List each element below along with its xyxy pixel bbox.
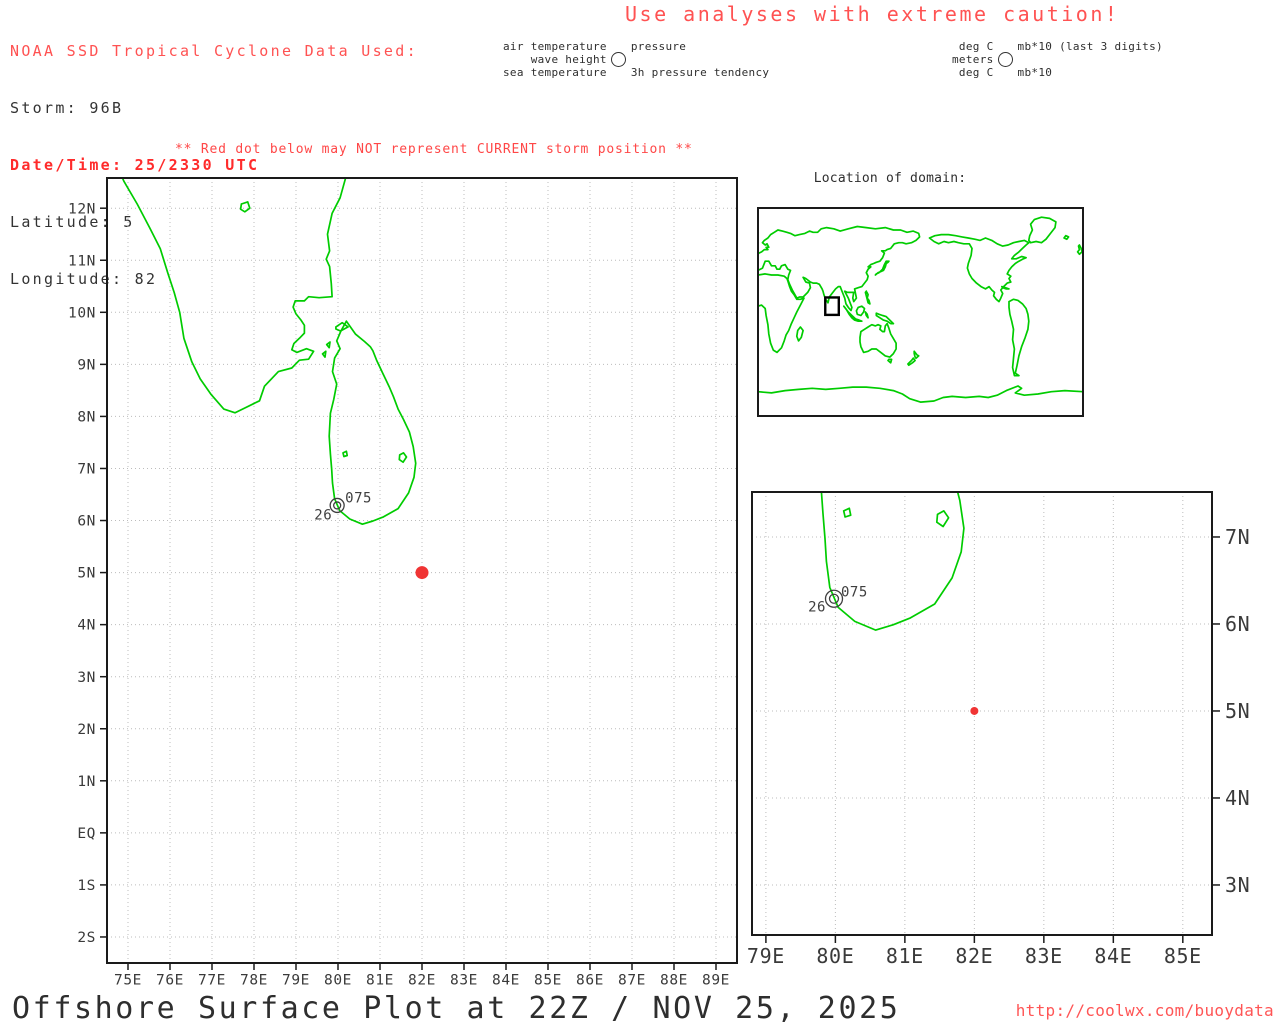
buoy-plot-page: NOAA SSD Tropical Cyclone Data Used: Sto…: [0, 0, 1280, 1024]
map-plot-svg: 75E 76E 77E 78E 79E 80E 81E 82E 83E 84E 85E 86E 87E 8…: [68, 177, 1250, 989]
station-sea-temp-value: 26: [314, 507, 332, 523]
x-axis-label: 80E: [816, 944, 854, 968]
y-axis-label: 4N: [77, 618, 96, 634]
x-axis-label: 89E: [702, 973, 730, 989]
y-axis-label: 4N: [1225, 786, 1250, 810]
y-axis-label: 8N: [77, 409, 96, 425]
station-pressure-value: 075: [841, 585, 868, 601]
storm-position-dot: [970, 706, 979, 715]
x-axis-label: 82E: [408, 973, 436, 989]
domain-rectangle: [824, 296, 840, 317]
world-coastlines: [758, 216, 1083, 403]
x-axis-label: 85E: [534, 973, 562, 989]
x-axis-label: 78E: [240, 973, 268, 989]
y-axis-label: 1S: [77, 878, 96, 894]
x-axis-label: 79E: [282, 973, 310, 989]
y-axis-label: 6N: [77, 514, 96, 530]
x-axis-label: 84E: [1094, 944, 1132, 968]
station-plot: 075 26: [808, 585, 868, 616]
y-axis-label: 12N: [68, 201, 96, 217]
y-axis-label: 2N: [77, 722, 96, 738]
y-axis-label: 9N: [77, 357, 96, 373]
y-axis-label: 7N: [77, 462, 96, 478]
x-axis-label: 77E: [198, 973, 226, 989]
y-axis-label: 3N: [77, 670, 96, 686]
y-axis-label: EQ: [77, 826, 96, 842]
zoom-map-frame: [751, 491, 1213, 936]
x-axis-label: 80E: [324, 973, 352, 989]
zoom-map-panel: 79E 80E 81E 82E 83E 84E 85E 7N 6N 5N 4N 3N 075 26: [747, 491, 1250, 968]
y-axis-label: 2S: [77, 930, 96, 946]
x-axis-label: 87E: [618, 973, 646, 989]
x-axis-label: 76E: [156, 973, 184, 989]
x-axis-label: 82E: [955, 944, 993, 968]
x-axis-label: 83E: [450, 973, 478, 989]
station-pressure-value: 075: [345, 490, 372, 506]
storm-position-dot: [415, 566, 429, 580]
source-url-link[interactable]: http://coolwx.com/buoydata: [1000, 1001, 1274, 1020]
x-axis-label: 83E: [1025, 944, 1063, 968]
y-axis-label: 5N: [77, 566, 96, 582]
x-axis-label: 81E: [886, 944, 924, 968]
y-axis-label: 10N: [68, 305, 96, 321]
station-sea-temp-value: 26: [808, 600, 826, 616]
x-axis-label: 85E: [1164, 944, 1202, 968]
y-axis-label: 7N: [1225, 525, 1250, 549]
x-axis-label: 84E: [492, 973, 520, 989]
zoom-coastlines: [820, 492, 965, 631]
x-axis-label: 81E: [366, 973, 394, 989]
y-axis-label: 3N: [1225, 873, 1250, 897]
world-map-panel: [757, 207, 1084, 417]
main-map-panel: 75E 76E 77E 78E 79E 80E 81E 82E 83E 84E 85E 86E 87E 8…: [68, 177, 738, 989]
plot-title: Offshore Surface Plot at 22Z / NOV 25, 2…: [12, 991, 901, 1024]
x-axis-label: 88E: [660, 973, 688, 989]
y-axis-label: 5N: [1225, 699, 1250, 723]
y-axis-label: 11N: [68, 253, 96, 269]
main-coastlines: [121, 178, 417, 526]
station-plot: 075 26: [314, 490, 372, 523]
x-axis-label: 79E: [747, 944, 785, 968]
y-axis-label: 1N: [77, 774, 96, 790]
x-axis-label: 75E: [114, 973, 142, 989]
x-axis-label: 86E: [576, 973, 604, 989]
y-axis-label: 6N: [1225, 612, 1250, 636]
world-map-frame: [757, 207, 1084, 417]
